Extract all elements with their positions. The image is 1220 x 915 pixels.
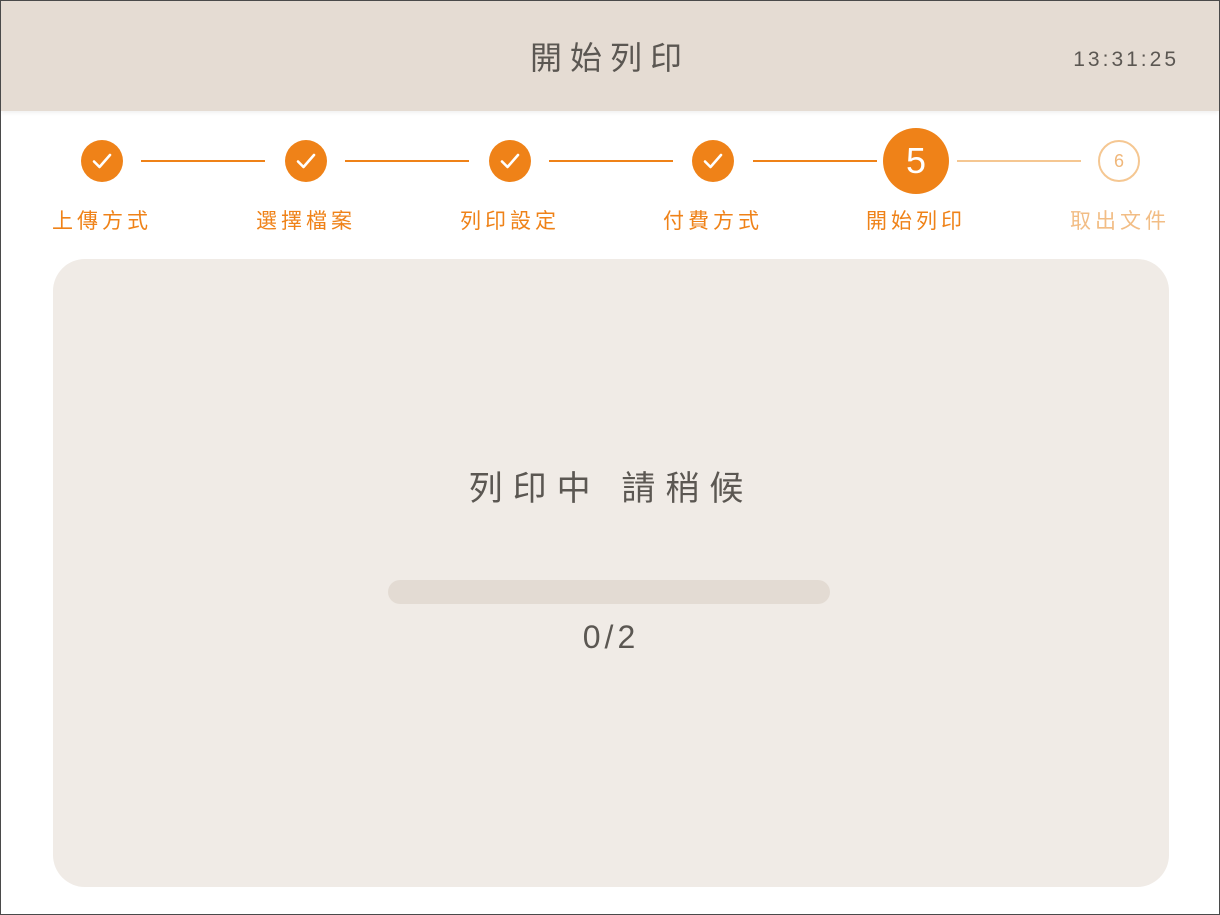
step-1-label: 上傳方式 [52, 209, 152, 233]
step-3-label: 列印設定 [460, 209, 560, 233]
printing-status-panel: 列印中 請稍候 0/2 [53, 259, 1169, 887]
step-connector [549, 160, 673, 162]
step-1-complete-icon [81, 140, 123, 182]
step-2-label: 選擇檔案 [256, 209, 356, 233]
print-progress-bar [388, 580, 830, 604]
step-6-pending-indicator: 6 [1098, 140, 1140, 182]
step-4-complete-icon [692, 140, 734, 182]
check-icon [296, 153, 316, 169]
header-bar: 開始列印 13:31:25 [1, 1, 1219, 111]
check-icon [92, 153, 112, 169]
page-title: 開始列印 [529, 39, 690, 77]
check-icon [500, 153, 520, 169]
print-progress-count: 0/2 [582, 619, 640, 655]
clock: 13:31:25 [1073, 48, 1179, 71]
step-5-current-indicator: 5 [883, 128, 949, 194]
app-window: 開始列印 13:31:25 上傳方式 選擇檔案 列印設定 付費方式 5 開始列印… [0, 0, 1220, 915]
step-connector [141, 160, 265, 162]
step-4-label: 付費方式 [663, 209, 763, 233]
step-connector [753, 160, 877, 162]
step-5-label: 開始列印 [866, 209, 966, 233]
step-6-label: 取出文件 [1070, 209, 1170, 233]
progress-stepper: 上傳方式 選擇檔案 列印設定 付費方式 5 開始列印 6 取出文件 [1, 111, 1219, 251]
step-3-complete-icon [489, 140, 531, 182]
step-connector [345, 160, 469, 162]
printing-status-text: 列印中 請稍候 [468, 469, 754, 509]
step-connector [957, 160, 1081, 162]
check-icon [703, 153, 723, 169]
step-2-complete-icon [285, 140, 327, 182]
